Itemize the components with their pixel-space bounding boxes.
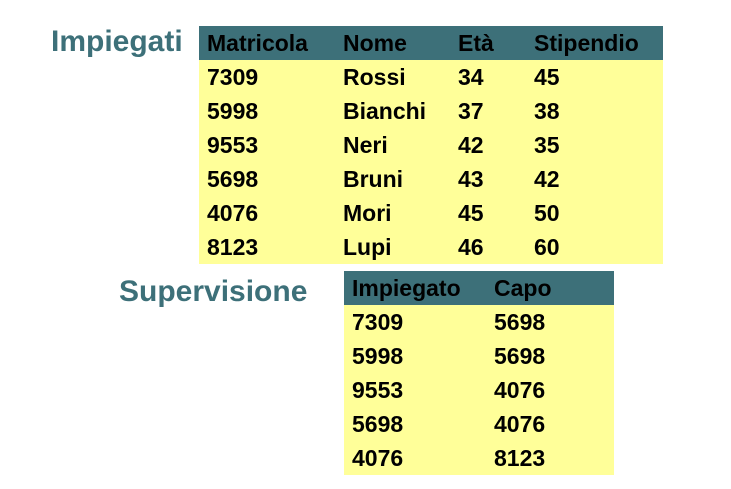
cell-nome: Rossi <box>343 63 406 90</box>
cell-impiegato: 5998 <box>352 342 404 369</box>
cell-eta: 37 <box>458 97 484 124</box>
cell-impiegato: 4076 <box>352 444 404 471</box>
cell-impiegato: 5698 <box>352 410 404 437</box>
column-header-stipendio: Stipendio <box>534 29 639 56</box>
cell-nome: Bruni <box>343 165 404 192</box>
cell-stipendio: 42 <box>534 165 560 192</box>
cell-eta: 43 <box>458 165 484 192</box>
column-header-capo: Capo <box>494 274 552 301</box>
cell-stipendio: 38 <box>534 97 560 124</box>
cell-matricola: 7309 <box>207 63 259 90</box>
table-row: 9553 4076 <box>344 373 614 407</box>
table-row: 5698 Bruni 43 42 <box>199 162 663 196</box>
cell-impiegato: 7309 <box>352 308 404 335</box>
cell-nome: Bianchi <box>343 97 427 124</box>
table-row: 7309 5698 <box>344 305 614 339</box>
table-row: 9553 Neri 42 35 <box>199 128 663 162</box>
table-row: 8123 Lupi 46 60 <box>199 230 663 264</box>
column-header-nome: Nome <box>343 29 407 56</box>
cell-nome: Lupi <box>343 233 392 260</box>
cell-eta: 42 <box>458 131 484 158</box>
cell-stipendio: 60 <box>534 233 560 260</box>
cell-stipendio: 35 <box>534 131 560 158</box>
supervisione-title: Supervisione <box>119 275 308 308</box>
cell-capo: 4076 <box>494 410 546 437</box>
cell-capo: 5698 <box>494 308 546 335</box>
cell-capo: 5698 <box>494 342 546 369</box>
table-row: 4076 Mori 45 50 <box>199 196 663 230</box>
column-header-eta: Età <box>458 29 494 56</box>
cell-capo: 4076 <box>494 376 546 403</box>
cell-eta: 45 <box>458 199 484 226</box>
cell-matricola: 9553 <box>207 131 259 158</box>
cell-matricola: 5698 <box>207 165 259 192</box>
table-row: 5698 4076 <box>344 407 614 441</box>
cell-matricola: 8123 <box>207 233 259 260</box>
supervisione-table: Impiegato Capo 7309 5698 5998 5698 9553 … <box>344 271 614 475</box>
supervisione-header-row: Impiegato Capo <box>344 271 614 305</box>
cell-nome: Mori <box>343 199 392 226</box>
cell-stipendio: 45 <box>534 63 560 90</box>
impiegati-header-row: Matricola Nome Età Stipendio <box>199 26 663 60</box>
table-row: 7309 Rossi 34 45 <box>199 60 663 94</box>
table-row: 4076 8123 <box>344 441 614 475</box>
cell-eta: 34 <box>458 63 484 90</box>
column-header-matricola: Matricola <box>207 29 308 56</box>
table-row: 5998 Bianchi 37 38 <box>199 94 663 128</box>
cell-impiegato: 9553 <box>352 376 404 403</box>
impiegati-title: Impiegati <box>51 25 183 58</box>
cell-eta: 46 <box>458 233 484 260</box>
cell-matricola: 4076 <box>207 199 259 226</box>
impiegati-table: Matricola Nome Età Stipendio 7309 Rossi … <box>199 26 663 264</box>
table-row: 5998 5698 <box>344 339 614 373</box>
cell-capo: 8123 <box>494 444 546 471</box>
cell-nome: Neri <box>343 131 388 158</box>
cell-matricola: 5998 <box>207 97 259 124</box>
column-header-impiegato: Impiegato <box>352 274 461 301</box>
cell-stipendio: 50 <box>534 199 560 226</box>
